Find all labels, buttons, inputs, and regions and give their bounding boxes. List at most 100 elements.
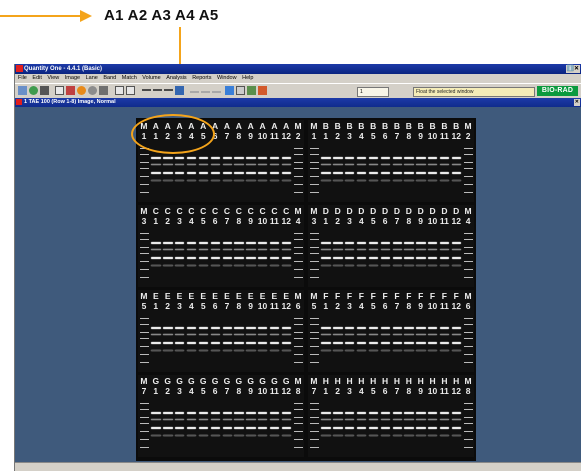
window-title: Quantity One - 4.4.1 (Basic)	[24, 66, 103, 72]
status-bar	[15, 462, 581, 471]
lane-number: 1	[153, 301, 159, 311]
volume-tool-icon[interactable]	[175, 86, 184, 95]
lane-letter: A	[247, 121, 254, 131]
ladder-band	[293, 176, 303, 177]
document-controls[interactable]: ✕	[573, 99, 580, 106]
lane-letter: D	[393, 206, 401, 216]
sample-band	[321, 265, 331, 266]
sample-band	[380, 419, 390, 420]
print-icon[interactable]	[40, 86, 49, 95]
lane-letter: F	[335, 291, 341, 301]
lane-letter: H	[322, 376, 329, 386]
menu-image[interactable]: Image	[65, 75, 80, 81]
sample-band	[392, 427, 402, 429]
sample-band	[222, 180, 232, 181]
ladder-band	[463, 154, 473, 155]
menu-volume[interactable]: Volume	[142, 75, 160, 81]
sample-band	[258, 257, 268, 259]
sample-band	[416, 265, 426, 266]
image-canvas[interactable]: M A A A A A A A A A A A A M 1 1 2 3 4 5 6 7 8 9 10 11 12 2 M B B B B B B B B…	[15, 107, 581, 463]
zoom-icon[interactable]	[77, 86, 86, 95]
trace-icon[interactable]	[190, 91, 199, 93]
lane-letter: H	[358, 376, 365, 386]
sample-band	[321, 427, 331, 429]
lane-tool-icon[interactable]	[142, 89, 151, 91]
title-bar[interactable]: Quantity One - 4.4.1 (Basic) ℹ️✕	[15, 64, 581, 74]
zoom-out-icon[interactable]	[88, 86, 97, 95]
text-tool-icon[interactable]	[236, 86, 245, 95]
sample-band	[163, 242, 173, 244]
band-tool-icon[interactable]	[153, 89, 162, 91]
menu-band[interactable]: Band	[103, 75, 116, 81]
menu-view[interactable]: View	[47, 75, 59, 81]
fit-icon[interactable]	[99, 86, 108, 95]
sample-band	[163, 435, 173, 436]
ladder-band	[463, 324, 473, 325]
acquire-icon[interactable]	[66, 86, 75, 95]
lane-number: 7	[394, 216, 400, 226]
match-tool-icon[interactable]	[164, 89, 173, 91]
lane-number: 3	[347, 386, 352, 396]
sample-band	[333, 419, 343, 420]
sample-band	[392, 419, 402, 420]
menu-match[interactable]: Match	[122, 75, 137, 81]
sample-band	[368, 435, 379, 436]
sample-band	[439, 265, 450, 266]
menu-help[interactable]: Help	[242, 75, 253, 81]
sample-band	[234, 435, 244, 436]
sample-band	[356, 412, 367, 414]
sample-band	[246, 342, 256, 344]
ladder-band	[463, 409, 473, 410]
document-title-bar[interactable]: 1 TAE 100 (Row 1-8) Image, Normal ✕	[15, 98, 581, 107]
lane-number: 12	[281, 301, 291, 311]
sample-band	[151, 164, 161, 165]
lane-letter: D	[346, 206, 353, 216]
lane-letter: B	[441, 121, 448, 131]
plot-icon[interactable]	[212, 91, 221, 93]
sample-band	[392, 172, 402, 174]
lane-letter: G	[164, 376, 171, 386]
lane-number-row: 7 1 2 3 4 5 6 7 8 9 10 11 12 8	[138, 387, 304, 396]
copy-icon[interactable]	[55, 86, 64, 95]
sample-band	[380, 327, 390, 329]
sample-band	[175, 350, 185, 351]
frame-icon[interactable]	[115, 86, 124, 95]
sample-band	[163, 157, 173, 159]
sample-band	[451, 435, 462, 436]
sample-band	[163, 180, 173, 181]
sample-band	[175, 334, 185, 335]
ladder-band	[309, 192, 319, 193]
lane-number: 10	[257, 216, 268, 226]
menu-window[interactable]: Window	[217, 75, 237, 81]
report-icon[interactable]	[247, 86, 256, 95]
menu-edit[interactable]: Edit	[32, 75, 41, 81]
sample-band	[416, 342, 426, 344]
menu-reports[interactable]: Reports	[192, 75, 211, 81]
gel-panel: M D D D D D D D D D D D D M 3 1 2 3 4 5 6 7 8 9 10 11 12 4	[308, 205, 474, 287]
lane-letter: G	[282, 376, 290, 386]
lane-letter: D	[370, 206, 377, 216]
ladder-band	[139, 346, 149, 347]
lane-letter: B	[417, 121, 424, 131]
open-icon[interactable]	[29, 86, 38, 95]
sample-band	[321, 435, 331, 436]
sample-band	[186, 435, 197, 436]
sample-band	[333, 327, 343, 329]
profile-icon[interactable]	[201, 91, 210, 93]
window-controls[interactable]: ℹ️✕	[565, 65, 580, 73]
help-icon[interactable]	[258, 86, 267, 95]
sample-band	[451, 412, 462, 414]
sample-band	[345, 435, 355, 436]
arrow-tool-icon[interactable]	[225, 86, 234, 95]
menu-lane[interactable]: Lane	[86, 75, 98, 81]
sample-band	[269, 265, 280, 266]
zoom-field[interactable]: 1	[357, 87, 389, 97]
new-icon[interactable]	[18, 86, 27, 95]
menu-analysis[interactable]: Analysis	[166, 75, 186, 81]
crop-icon[interactable]	[126, 86, 135, 95]
lane-letter-row: MHHHHHHHHHHHHM	[308, 377, 474, 386]
lane-letter: H	[417, 376, 424, 386]
menu-file[interactable]: File	[18, 75, 27, 81]
lane-letter: M	[140, 206, 148, 216]
lane-letter: C	[223, 206, 231, 216]
